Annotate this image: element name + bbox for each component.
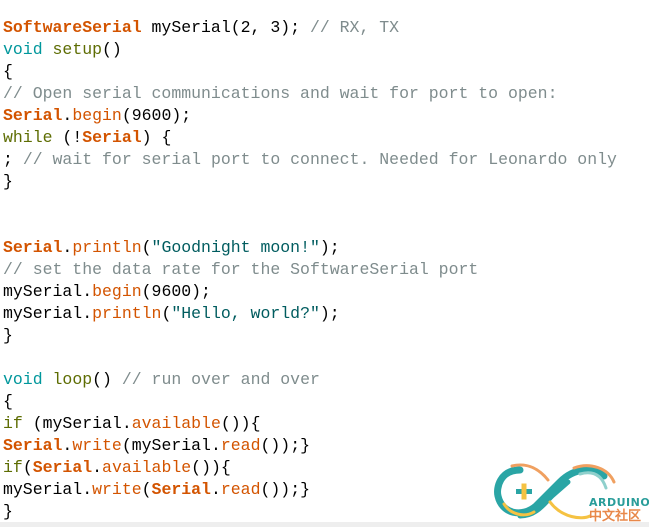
code-token: ()){ [191,458,231,477]
code-line: { [3,391,617,413]
code-token: // Open serial communications and wait f… [3,84,558,103]
code-line: } [3,171,617,193]
code-token: write [92,480,142,499]
code-token: read [220,480,261,499]
code-token: Serial [151,480,211,499]
code-token: // RX, TX [309,18,400,37]
code-line: mySerial.println("Hello, world?"); [3,303,617,325]
code-token: Serial [3,106,63,125]
code-token: } [3,502,13,521]
code-line: { [3,61,617,83]
code-token: (9600); [121,106,192,125]
code-token: mySerial(2, 3); [141,18,310,37]
code-token: (mySerial. [22,414,132,433]
code-token: (! [52,128,83,147]
code-token: () [92,370,122,389]
code-token: Serial [3,436,63,455]
code-token: ( [141,480,152,499]
code-line: // set the data rate for the SoftwareSer… [3,259,617,281]
code-token: // run over and over [121,370,320,389]
code-token: loop [52,370,93,389]
code-editor[interactable]: SoftwareSerial mySerial(2, 3); // RX, TX… [3,17,617,523]
code-token: mySerial. [3,304,93,323]
code-line: void setup() [3,39,617,61]
logo-text-en: ARDUINO [589,496,649,509]
code-line: void loop() // run over and over [3,369,617,391]
code-token: ()){ [220,414,261,433]
code-token: while [3,128,53,147]
code-token: println [92,304,162,323]
code-token: ); [319,304,340,323]
code-token: setup [52,40,103,59]
code-token: ());} [260,436,310,455]
code-token: ());} [260,480,310,499]
code-token: available [131,414,221,433]
code-line: ; // wait for serial port to connect. Ne… [3,149,617,171]
code-line: mySerial.begin(9600); [3,281,617,303]
code-token: () [102,40,122,59]
code-token: (9600); [141,282,211,301]
code-token: void [3,40,43,59]
code-token: . [92,458,103,477]
code-token: { [3,62,13,81]
code-token: (mySerial. [121,436,221,455]
code-token: "Goodnight moon!" [151,238,320,257]
code-token: SoftwareSerial [3,18,142,37]
code-token: begin [72,106,122,125]
code-token: println [72,238,142,257]
code-token: . [62,106,73,125]
code-token: begin [92,282,142,301]
code-token: read [220,436,261,455]
code-token: mySerial. [3,480,93,499]
code-token: . [210,480,221,499]
bottom-border [0,522,649,527]
code-line: SoftwareSerial mySerial(2, 3); // RX, TX [3,17,617,39]
logo-text: ARDUINO 中文社区 [589,496,649,525]
code-token: . [62,238,73,257]
code-token: // wait for serial port to connect. Need… [22,150,617,169]
code-token: Serial [3,238,63,257]
code-line: if (mySerial.available()){ [3,413,617,435]
code-token: void [3,370,43,389]
code-token: ) { [141,128,172,147]
code-token: // set the data rate for the SoftwareSer… [3,260,479,279]
code-token: if [3,458,23,477]
code-token: ( [161,304,172,323]
code-token: "Hello, world?" [171,304,320,323]
code-line: Serial.begin(9600); [3,105,617,127]
code-token: } [3,172,13,191]
code-token: write [72,436,122,455]
code-token: { [3,392,13,411]
code-line: } [3,325,617,347]
code-line: Serial.println("Goodnight moon!"); [3,237,617,259]
code-line: Serial.write(mySerial.read());} [3,435,617,457]
code-token: mySerial. [3,282,93,301]
code-token: . [62,436,73,455]
code-token: ; [3,150,23,169]
code-token: ( [22,458,33,477]
code-token: Serial [32,458,93,477]
code-token: ( [141,238,152,257]
code-token: available [102,458,192,477]
code-line: while (!Serial) { [3,127,617,149]
code-token: if [3,414,23,433]
code-token: ); [319,238,340,257]
code-token: Serial [82,128,142,147]
code-line: // Open serial communications and wait f… [3,83,617,105]
code-token: } [3,326,13,345]
